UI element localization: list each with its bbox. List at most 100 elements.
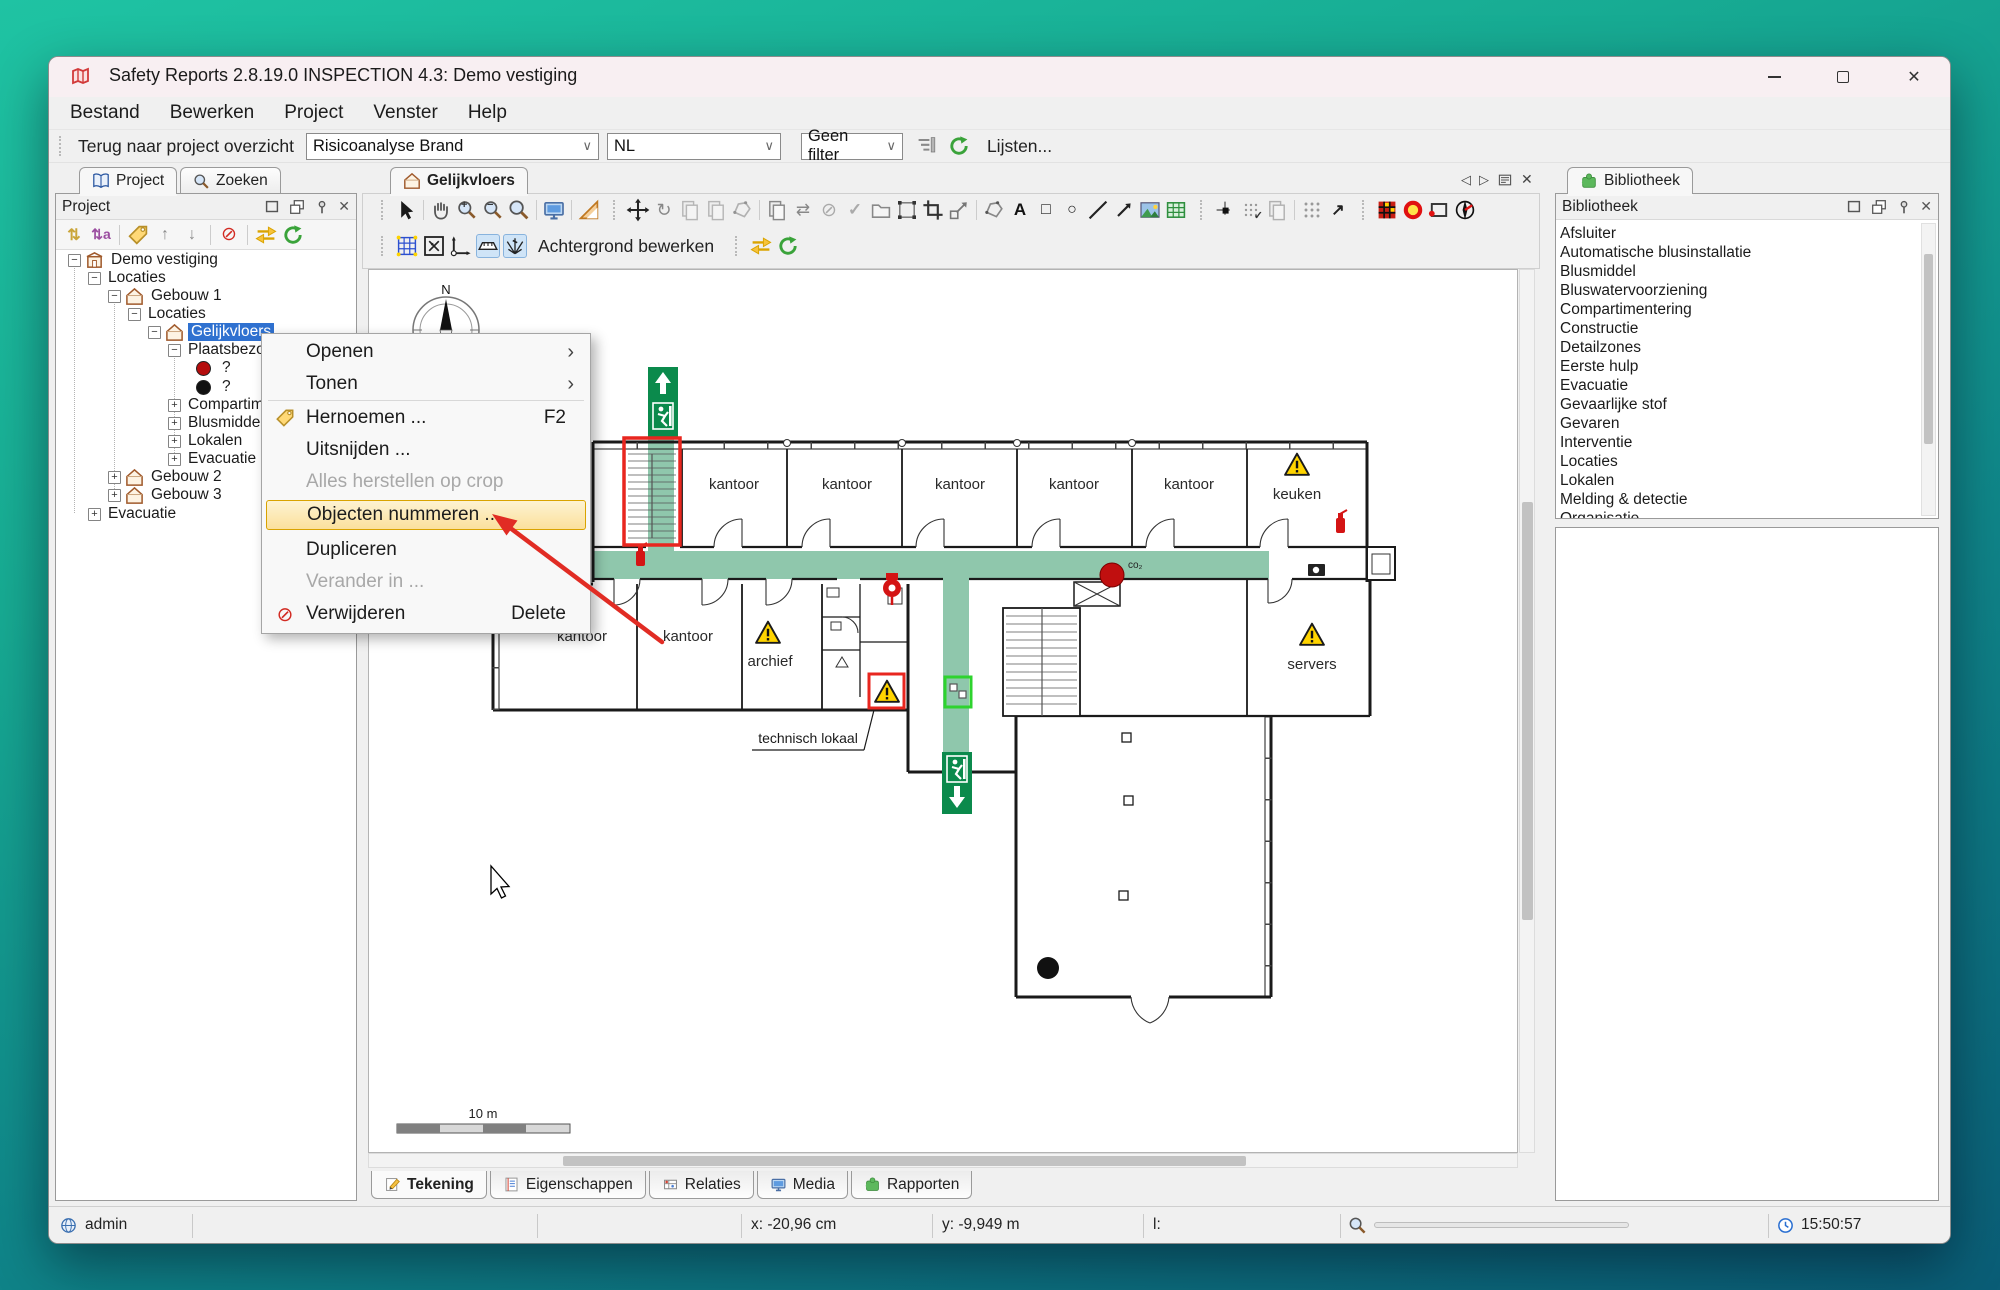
folder-icon[interactable] — [869, 198, 893, 222]
measure-triangle-icon[interactable] — [577, 198, 601, 222]
menu-hernoemen[interactable]: Hernoemen ...F2 — [266, 402, 586, 434]
jump-icon[interactable]: ↗ — [1326, 198, 1350, 222]
tab-project[interactable]: Project — [79, 167, 177, 194]
tree-item-gebouw-1[interactable]: − Gebouw 1 — [108, 287, 225, 305]
minimize-button[interactable] — [1751, 62, 1797, 92]
swap-icon[interactable] — [254, 223, 278, 247]
menu-bestand[interactable]: Bestand — [55, 102, 155, 124]
tab-left-icon[interactable]: ◁ — [1461, 172, 1471, 188]
library-item[interactable]: Interventie — [1560, 434, 1916, 453]
menu-venster[interactable]: Venster — [358, 102, 452, 124]
black-dot-symbol[interactable] — [1037, 957, 1059, 979]
tree-item-locaties[interactable]: − Locaties — [88, 269, 169, 287]
block-icon[interactable]: ⊘ — [217, 223, 241, 247]
expander-icon[interactable]: + — [168, 435, 181, 448]
order-front-icon[interactable] — [704, 198, 728, 222]
grid-toggle-icon[interactable] — [395, 234, 419, 258]
library-item[interactable]: Compartimentering — [1560, 301, 1916, 320]
library-item[interactable]: Melding & detectie — [1560, 491, 1916, 510]
tab-right-icon[interactable]: ▷ — [1479, 172, 1489, 188]
library-item[interactable]: Eerste hulp — [1560, 358, 1916, 377]
ruler-toggle-icon[interactable] — [476, 234, 500, 258]
pointer-tool-icon[interactable] — [394, 198, 418, 222]
library-item[interactable]: Organisatie — [1560, 510, 1916, 518]
expander-icon[interactable]: − — [68, 254, 81, 267]
expander-icon[interactable]: + — [108, 471, 121, 484]
escape-route[interactable] — [593, 551, 1269, 579]
expander-icon[interactable]: − — [128, 308, 141, 321]
title-bar[interactable]: Safety Reports 2.8.19.0 INSPECTION 4.3: … — [49, 57, 1950, 97]
filter-icon[interactable] — [915, 134, 939, 158]
vertical-scrollbar-thumb[interactable] — [1522, 502, 1533, 920]
copy-icon[interactable] — [765, 198, 789, 222]
maximize-panel-icon[interactable] — [1845, 198, 1863, 216]
crop-icon[interactable] — [921, 198, 945, 222]
escape-route[interactable] — [943, 579, 969, 754]
pin-icon[interactable] — [1895, 198, 1913, 216]
menu-uitsnijden[interactable]: Uitsnijden ... — [266, 434, 586, 466]
close-panel-icon[interactable]: ✕ — [1920, 198, 1932, 216]
rotate-tool-icon[interactable]: ↻ — [652, 198, 676, 222]
text-tool-icon[interactable]: A — [1008, 198, 1032, 222]
tab-tekening[interactable]: Tekening — [371, 1171, 487, 1199]
tab-eigenschappen[interactable]: Eigenschappen — [490, 1171, 646, 1199]
hotspot-icon[interactable] — [1401, 198, 1425, 222]
zoom-in-icon[interactable]: + — [455, 198, 479, 222]
move-up-icon[interactable]: ↑ — [153, 223, 177, 247]
image-tool-icon[interactable] — [1138, 198, 1162, 222]
resize-icon[interactable] — [947, 198, 971, 222]
arrow-tool-icon[interactable] — [1112, 198, 1136, 222]
library-item[interactable]: Detailzones — [1560, 339, 1916, 358]
snap-node-icon[interactable] — [1213, 198, 1237, 222]
refresh-icon[interactable] — [776, 234, 800, 258]
menu-verwijderen[interactable]: ⊘ VerwijderenDelete — [266, 598, 586, 630]
toolbar-grip[interactable] — [59, 136, 64, 156]
move-down-icon[interactable]: ↓ — [180, 223, 204, 247]
tree-item-gebouw-2[interactable]: + Gebouw 2 — [108, 468, 225, 486]
tab-zoeken[interactable]: Zoeken — [180, 167, 281, 194]
tree-item-lokalen[interactable]: + Lokalen — [168, 432, 245, 450]
tree-item-demo-vestiging[interactable]: − Demo vestiging — [68, 251, 221, 269]
fit-view-icon[interactable] — [422, 234, 446, 258]
swap-icon[interactable] — [749, 234, 773, 258]
warning-triangle[interactable] — [1285, 454, 1309, 475]
tree-item-evacuatie-root[interactable]: + Evacuatie — [88, 505, 179, 523]
expander-icon[interactable]: − — [108, 290, 121, 303]
compass-icon[interactable] — [1453, 198, 1477, 222]
maximize-button[interactable] — [1820, 62, 1866, 92]
refresh-icon[interactable] — [947, 134, 971, 158]
lasso-icon[interactable] — [730, 198, 754, 222]
screen-icon[interactable] — [542, 198, 566, 222]
library-scrollbar[interactable] — [1921, 223, 1936, 516]
pixel-grid-icon[interactable] — [1375, 198, 1399, 222]
library-item[interactable]: Locaties — [1560, 453, 1916, 472]
expander-icon[interactable]: + — [108, 489, 121, 502]
sort-alpha-icon[interactable]: ⇅a — [89, 223, 113, 247]
table-tool-icon[interactable] — [1164, 198, 1188, 222]
menu-bewerken[interactable]: Bewerken — [155, 102, 270, 124]
expander-icon[interactable]: − — [88, 272, 101, 285]
move-tool-icon[interactable] — [626, 198, 650, 222]
dots-grid-icon[interactable] — [1300, 198, 1324, 222]
warning-triangle[interactable] — [1300, 624, 1324, 645]
warning-triangle[interactable] — [756, 622, 780, 643]
horizontal-scrollbar-thumb[interactable] — [563, 1156, 1246, 1166]
expander-icon[interactable]: + — [168, 453, 181, 466]
expander-icon[interactable]: + — [168, 399, 181, 412]
back-to-overview-button[interactable]: Terug naar project overzicht — [78, 136, 294, 157]
magnifier-icon[interactable] — [1348, 1216, 1367, 1235]
rect-tool-icon[interactable]: □ — [1034, 198, 1058, 222]
background-edit-button[interactable]: Achtergrond bewerken — [538, 236, 714, 257]
horizontal-scrollbar[interactable] — [368, 1153, 1518, 1168]
warning-triangle[interactable] — [875, 681, 899, 702]
order-back-icon[interactable] — [678, 198, 702, 222]
tab-media[interactable]: Media — [757, 1171, 848, 1199]
line-tool-icon[interactable] — [1086, 198, 1110, 222]
library-item[interactable]: Gevaarlijke stof — [1560, 396, 1916, 415]
tree-item-blusmiddel[interactable]: + Blusmiddel — [168, 414, 267, 432]
origin-icon[interactable] — [449, 234, 473, 258]
expander-icon[interactable]: + — [168, 417, 181, 430]
camera-icon[interactable] — [1308, 564, 1325, 576]
tab-rapporten[interactable]: Rapporten — [851, 1171, 972, 1199]
sort-structure-icon[interactable]: ⇅ — [62, 223, 86, 247]
